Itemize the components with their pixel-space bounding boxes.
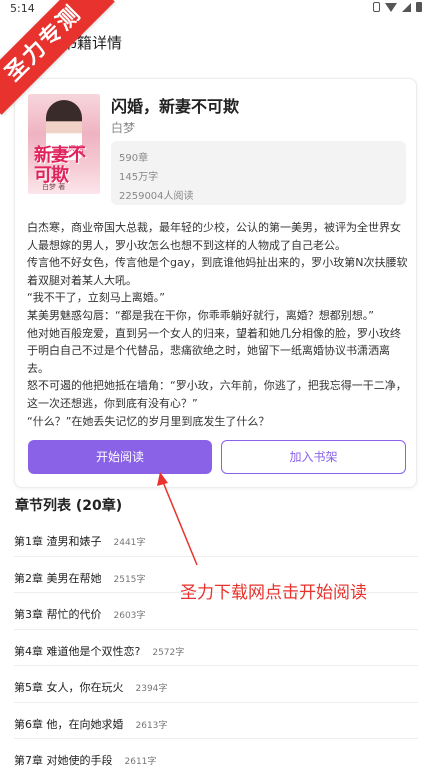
chapter-word-count: 2603字 — [113, 611, 146, 621]
chapter-item[interactable]: 第1章 渣男和婊子 2441字 — [14, 520, 418, 557]
chapter-item[interactable]: 第4章 难道他是个双性恋? 2572字 — [14, 630, 418, 666]
summary-paragraph: 白杰寒，商业帝国大总裁，最年轻的少校，公认的第一美男，被评为全世界女人最想嫁的男… — [27, 221, 401, 252]
summary-paragraph: 某美男魅惑勾唇：“都是我在干你，你乖乖躺好就行，离婚？想都别想。” — [27, 308, 374, 322]
summary-paragraph: 他对她百般宠爱，直到另一个女人的归来，望着和她几分相像的脸，罗小玫终于明白自己不… — [27, 326, 401, 375]
status-time: 5:14 — [10, 2, 35, 15]
chapter-list: 第1章 渣男和婊子 2441字 第2章 美男在帮她 2515字 第3章 帮忙的代价 2… — [0, 520, 432, 769]
chapter-word-count: 2613字 — [135, 720, 168, 731]
battery-icon — [416, 2, 422, 12]
chapter-word-count: 2572字 — [152, 647, 185, 658]
summary-paragraph: 怒不可遏的他把她抵在墙角：“罗小玫，六年前，你逃了，把我忘得一干二净，这一次还想… — [27, 379, 407, 410]
summary-paragraph: 传言他不好女色，传言他是个gay，到底谁他妈扯出来的，罗小玫第N次扶腰软着双腿对… — [27, 256, 408, 287]
chapter-title: 第7章 对她使的手段 — [14, 754, 113, 767]
book-info-card: 闪婚 新妻不可欺 白梦 著 闪婚，新妻不可欺 白梦 590章 145万字 225… — [14, 78, 417, 488]
chapter-word-count: 2441字 — [113, 538, 146, 548]
cover-title: 新妻不可欺 — [34, 145, 86, 186]
summary-paragraph: “我不干了，立刻马上离婚。” — [27, 291, 165, 305]
reader-count: 2259004人阅读 — [119, 191, 194, 202]
wifi-icon — [385, 2, 397, 12]
chapter-title-row: 第4章 难道他是个双性恋? 2572字 — [14, 643, 184, 659]
chapter-item[interactable]: 第5章 女人，你在玩火 2394字 — [14, 666, 418, 703]
annotation-text: 圣力下载网点击开始阅读 — [180, 583, 367, 603]
chapter-title-row: 第1章 渣男和婊子 2441字 — [14, 533, 145, 549]
chapter-title: 第6章 他，在向她求婚 — [14, 717, 124, 731]
add-to-shelf-button[interactable]: 加入书架 — [221, 440, 406, 474]
chapter-title-row: 第5章 女人，你在玩火 2394字 — [14, 679, 167, 695]
start-reading-button[interactable]: 开始阅读 — [28, 440, 212, 474]
chapter-title-row: 第6章 他，在向她求婚 2613字 — [14, 716, 167, 732]
chapter-title: 第3章 帮忙的代价 — [14, 608, 102, 621]
book-stats: 590章 145万字 2259004人阅读 — [111, 141, 406, 205]
word-count: 145万字 — [119, 172, 159, 183]
chapter-item[interactable]: 第7章 对她使的手段 2611字 — [14, 739, 418, 769]
book-summary: 白杰寒，商业帝国大总裁，最年轻的少校，公认的第一美男，被评为全世界女人最想嫁的男… — [27, 219, 409, 430]
book-title: 闪婚，新妻不可欺 — [111, 97, 240, 116]
book-cover-image: 闪婚 新妻不可欺 白梦 著 — [28, 94, 100, 194]
chapter-item[interactable]: 第6章 他，在向她求婚 2613字 — [14, 703, 418, 739]
chapter-word-count: 2611字 — [124, 757, 157, 767]
chapter-title: 第4章 难道他是个双性恋? — [14, 644, 141, 658]
cover-author: 白梦 著 — [42, 183, 66, 191]
chapter-list-header: 章节列表 (20章) — [15, 498, 123, 514]
chapter-title-row: 第7章 对她使的手段 2611字 — [14, 752, 156, 768]
summary-paragraph: “什么？”在她丢失记忆的岁月里到底发生了什么？ — [27, 414, 270, 428]
signal-icon — [402, 2, 411, 12]
status-icons — [373, 2, 422, 12]
vibrate-icon — [373, 2, 380, 12]
chapter-title-row: 第2章 美男在帮她 2515字 — [14, 570, 145, 586]
chapter-word-count: 2515字 — [113, 574, 146, 585]
chapter-title-row: 第3章 帮忙的代价 2603字 — [14, 606, 145, 622]
chapter-count: 590章 — [119, 153, 149, 164]
book-author[interactable]: 白梦 — [111, 119, 135, 136]
chapter-word-count: 2394字 — [135, 684, 168, 694]
chapter-title: 第2章 美男在帮她 — [14, 571, 102, 585]
chapter-title: 第1章 渣男和婊子 — [14, 535, 102, 548]
chapter-title: 第5章 女人，你在玩火 — [14, 681, 124, 694]
